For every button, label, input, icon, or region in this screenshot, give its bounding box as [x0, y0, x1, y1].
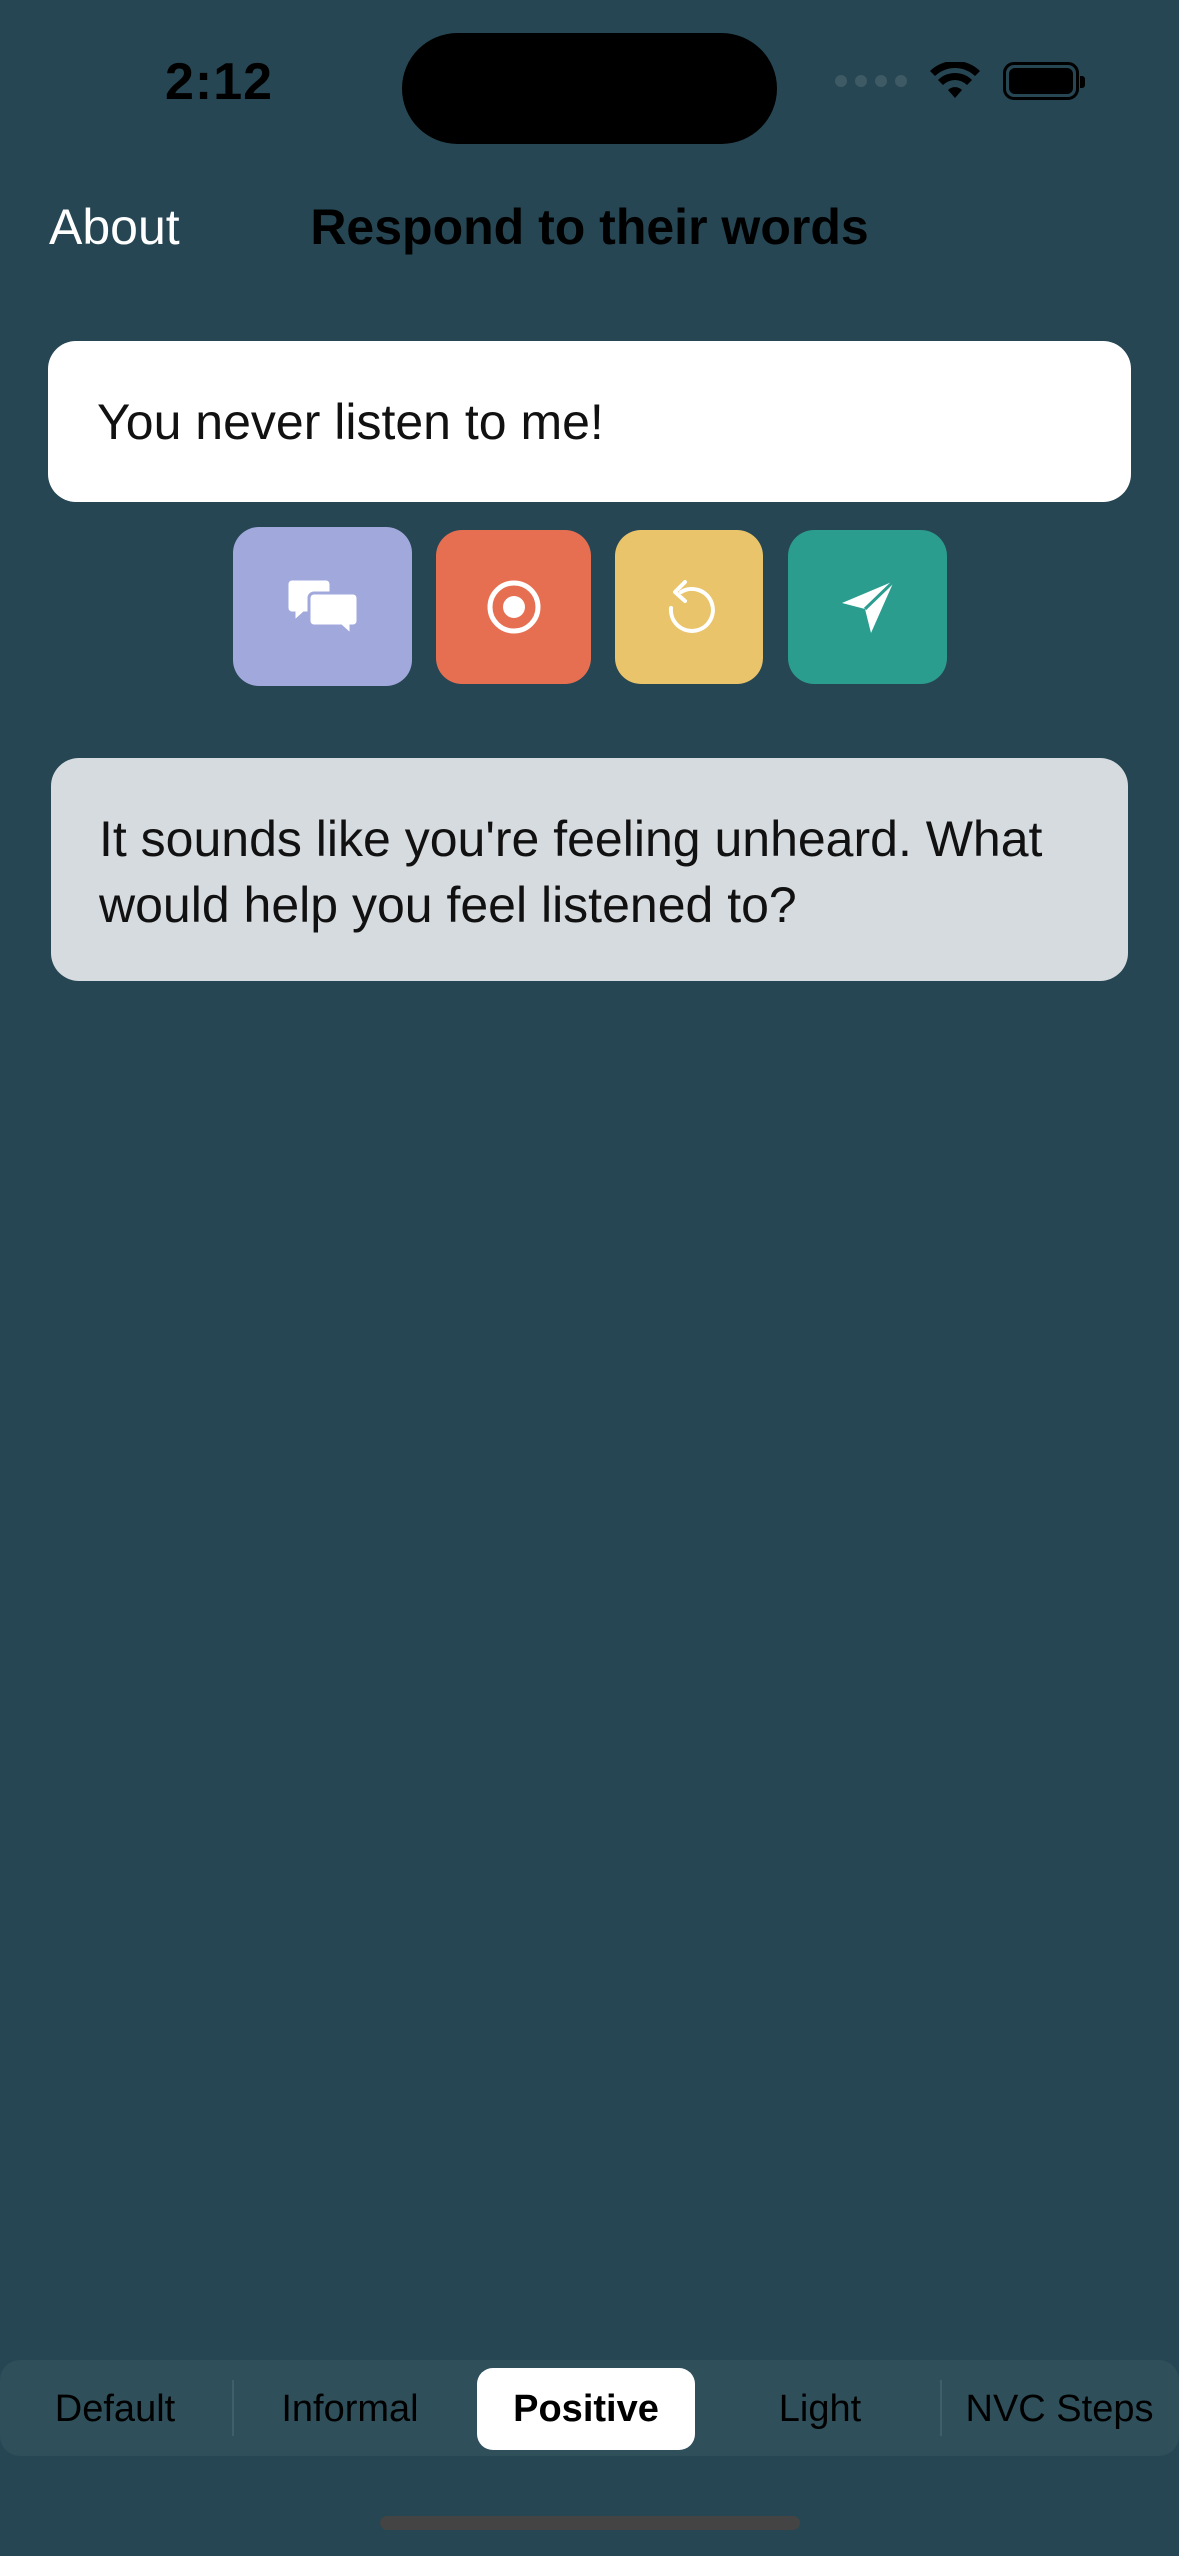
reset-button[interactable] [615, 530, 763, 684]
record-button[interactable] [436, 530, 591, 684]
home-indicator [380, 2516, 800, 2530]
style-option-default[interactable]: Default [20, 2368, 210, 2450]
style-segmented-control: Default Informal Positive Light NVC Step… [0, 2360, 1179, 2456]
status-icons [835, 62, 1085, 100]
chat-bubbles-icon [285, 577, 359, 637]
message-input-text: You never listen to me! [97, 393, 604, 450]
page-title: Respond to their words [310, 199, 869, 255]
style-option-informal[interactable]: Informal [250, 2368, 450, 2450]
conversation-button[interactable] [233, 527, 412, 686]
cellular-signal-icon [835, 75, 907, 87]
send-button[interactable] [788, 530, 947, 684]
reset-icon [668, 580, 715, 633]
battery-icon [1003, 62, 1085, 100]
style-option-nvc-steps[interactable]: NVC Steps [952, 2368, 1167, 2450]
status-time: 2:12 [165, 53, 274, 111]
segment-divider [232, 2380, 234, 2436]
dynamic-island [402, 33, 777, 144]
message-input[interactable]: You never listen to me! [48, 341, 1131, 502]
style-option-positive[interactable]: Positive [477, 2368, 695, 2450]
response-card: It sounds like you're feeling unheard. W… [51, 758, 1128, 981]
record-icon [487, 580, 540, 634]
wifi-icon [930, 62, 980, 98]
style-option-light[interactable]: Light [720, 2368, 920, 2450]
send-icon [841, 579, 895, 633]
response-text: It sounds like you're feeling unheard. W… [99, 811, 1043, 933]
segment-divider [940, 2380, 942, 2436]
screen: 2:12 About Respond to their words You ne… [0, 0, 1179, 2556]
